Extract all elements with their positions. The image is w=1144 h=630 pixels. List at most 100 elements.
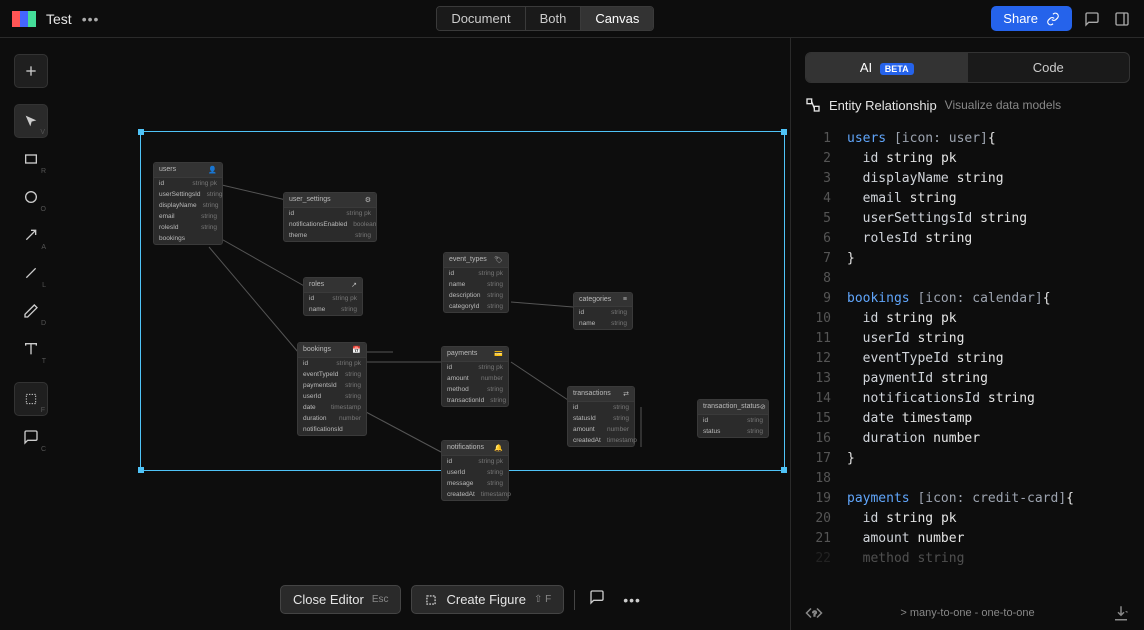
entity-field: namestring <box>304 304 362 315</box>
entity-transaction-status[interactable]: transaction_status⊘ idstringstatusstring <box>697 399 769 438</box>
entity-field: statusIdstring <box>568 413 634 424</box>
code-icon[interactable]: ? <box>805 604 823 622</box>
entity-field: notificationsEnabledboolean <box>284 219 376 230</box>
list-icon: ≡ <box>623 296 627 303</box>
resize-handle[interactable] <box>138 467 144 473</box>
code-line[interactable]: 2 id string pk <box>805 149 1130 169</box>
entity-notifications[interactable]: notifications🔔 idstring pkuserIdstringme… <box>441 440 509 501</box>
swap-icon: ⇄ <box>623 390 629 398</box>
view-canvas[interactable]: Canvas <box>581 7 653 30</box>
right-panel: AI BETA Code Entity Relationship Visuali… <box>790 38 1144 630</box>
entity-bookings[interactable]: bookings📅 idstring pkeventTypeIdstringpa… <box>297 342 367 436</box>
code-line[interactable]: 7} <box>805 249 1130 269</box>
panel-icon[interactable] <box>1112 9 1132 29</box>
code-line[interactable]: 3 displayName string <box>805 169 1130 189</box>
entity-user-settings[interactable]: user_settings⚙ idstring pknotificationsE… <box>283 192 377 242</box>
code-line[interactable]: 18 <box>805 469 1130 489</box>
code-line[interactable]: 5 userSettingsId string <box>805 209 1130 229</box>
code-line[interactable]: 9bookings [icon: calendar]{ <box>805 289 1130 309</box>
status-bar: ? > many-to-one - one-to-one <box>805 604 1130 622</box>
entity-title: transaction_status <box>703 403 760 411</box>
view-document[interactable]: Document <box>437 7 525 30</box>
close-editor-button[interactable]: Close Editor Esc <box>280 585 401 614</box>
text-tool[interactable]: T <box>14 332 48 366</box>
code-line[interactable]: 12 eventTypeId string <box>805 349 1130 369</box>
share-label: Share <box>1003 11 1038 26</box>
more-icon[interactable]: ••• <box>619 588 645 612</box>
entity-users[interactable]: users👤 idstring pkuserSettingsIdstringdi… <box>153 162 223 245</box>
circle-tool[interactable]: O <box>14 180 48 214</box>
code-line[interactable]: 14 notificationsId string <box>805 389 1130 409</box>
frame-tool[interactable]: F <box>14 382 48 416</box>
entity-field: rolesIdstring <box>154 222 222 233</box>
entity-field: userIdstring <box>298 391 366 402</box>
code-line[interactable]: 11 userId string <box>805 329 1130 349</box>
create-figure-button[interactable]: Create Figure ⇧ F <box>411 585 564 614</box>
entity-field: idstring pk <box>298 358 366 369</box>
entity-title: roles <box>309 281 324 289</box>
entity-field: userIdstring <box>442 467 508 478</box>
code-line[interactable]: 4 email string <box>805 189 1130 209</box>
tab-code[interactable]: Code <box>968 53 1130 82</box>
download-icon[interactable] <box>1112 604 1130 622</box>
entity-transactions[interactable]: transactions⇄ idstringstatusIdstringamou… <box>567 386 635 447</box>
code-line[interactable]: 6 rolesId string <box>805 229 1130 249</box>
check-icon: ⊘ <box>760 403 766 411</box>
view-both[interactable]: Both <box>526 7 582 30</box>
view-switcher: Document Both Canvas <box>436 6 654 31</box>
entity-field: userSettingsIdstring <box>154 189 222 200</box>
link-icon <box>1046 12 1060 26</box>
more-icon[interactable]: ••• <box>82 11 100 27</box>
entity-field: descriptionstring <box>444 290 508 301</box>
entity-field: namestring <box>574 318 632 329</box>
code-editor[interactable]: 1users [icon: user]{2 id string pk3 disp… <box>805 129 1130 616</box>
entity-field: createdAttimestamp <box>442 489 508 500</box>
code-line[interactable]: 10 id string pk <box>805 309 1130 329</box>
arrow-tool[interactable]: A <box>14 218 48 252</box>
entity-title: users <box>159 166 176 174</box>
entity-payments[interactable]: payments💳 idstring pkamountnumbermethods… <box>441 346 509 407</box>
code-line[interactable]: 17} <box>805 449 1130 469</box>
entity-field: idstring pk <box>284 208 376 219</box>
code-line[interactable]: 16 duration number <box>805 429 1130 449</box>
entity-field: methodstring <box>442 384 508 395</box>
code-line[interactable]: 21 amount number <box>805 529 1130 549</box>
code-line[interactable]: 15 date timestamp <box>805 409 1130 429</box>
pencil-tool[interactable]: D <box>14 294 48 328</box>
close-key: Esc <box>372 594 389 605</box>
selection-box[interactable]: users👤 idstring pkuserSettingsIdstringdi… <box>140 131 785 471</box>
entity-field: datetimestamp <box>298 402 366 413</box>
gear-icon: ⚙ <box>365 196 371 204</box>
entity-field: amountnumber <box>568 424 634 435</box>
code-line[interactable]: 13 paymentId string <box>805 369 1130 389</box>
comment-icon[interactable] <box>1082 9 1102 29</box>
app-logo[interactable] <box>12 11 36 27</box>
comment-icon[interactable] <box>585 585 609 614</box>
entity-categories[interactable]: categories≡ idstringnamestring <box>573 292 633 330</box>
entity-field: idstring <box>698 415 768 426</box>
entity-roles[interactable]: roles↗ idstring pknamestring <box>303 277 363 316</box>
add-tool[interactable] <box>14 54 48 88</box>
code-line[interactable]: 20 id string pk <box>805 509 1130 529</box>
resize-handle[interactable] <box>781 467 787 473</box>
resize-handle[interactable] <box>138 129 144 135</box>
line-tool[interactable]: L <box>14 256 48 290</box>
entity-event-types[interactable]: event_types🏷 idstring pknamestringdescri… <box>443 252 509 313</box>
share-button[interactable]: Share <box>991 6 1072 31</box>
chat-tool[interactable]: C <box>14 420 48 454</box>
code-line[interactable]: 19payments [icon: credit-card]{ <box>805 489 1130 509</box>
rect-tool[interactable]: R <box>14 142 48 176</box>
entity-field: emailstring <box>154 211 222 222</box>
doc-title[interactable]: Test <box>46 11 72 27</box>
svg-text:?: ? <box>813 609 817 618</box>
entity-field: durationnumber <box>298 413 366 424</box>
canvas[interactable]: users👤 idstring pkuserSettingsIdstringdi… <box>60 38 790 630</box>
code-line[interactable]: 8 <box>805 269 1130 289</box>
link-icon: ↗ <box>351 281 357 289</box>
select-tool[interactable]: V <box>14 104 48 138</box>
er-title: Entity Relationship <box>829 98 937 113</box>
code-line[interactable]: 1users [icon: user]{ <box>805 129 1130 149</box>
tab-ai[interactable]: AI BETA <box>806 53 968 82</box>
resize-handle[interactable] <box>781 129 787 135</box>
entity-field: categoryIdstring <box>444 301 508 312</box>
